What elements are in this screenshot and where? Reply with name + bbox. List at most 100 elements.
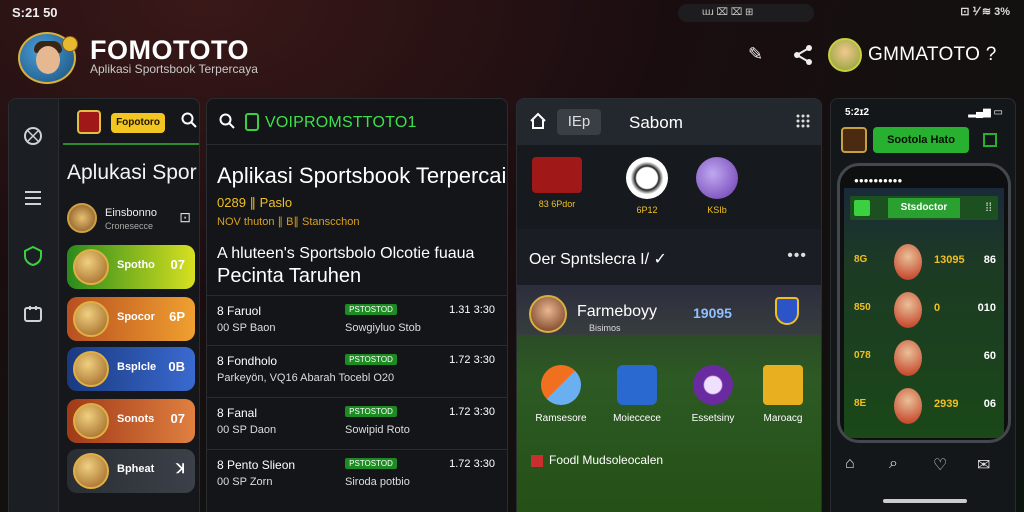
brand-pill[interactable]: Fopotoro [111,113,165,133]
row-value: 0 [934,302,941,314]
list-item[interactable]: 078 60 [850,336,1000,380]
footer-link[interactable]: Foodl Mudsoleocalen [531,453,663,467]
featured-user-sub: Bisimos [589,323,621,333]
ticket-icon[interactable] [21,303,45,327]
notification-icon[interactable]: ✉ [977,455,990,475]
feature-item[interactable]: 6P12 [617,153,677,223]
match-status-badge: PSTOSTOD [345,354,397,365]
sidebar-top: Fopotoro [69,107,199,137]
match-sub: 00 SP Baon [217,322,276,334]
scoreboard-icon [532,157,582,193]
mobile-preview-panel: 5:2ɪ2 ▂▄▆ ▭ Sootola Hato ●●●●●●●●●● Stsd… [830,98,1016,512]
search-icon[interactable]: ⌕ [889,455,898,473]
home-icon[interactable] [529,112,547,135]
shield-icon [775,297,799,325]
edit-icon[interactable]: ✎ [748,44,763,65]
tab-stsdoctor[interactable]: Stsdoctor [888,198,960,218]
row-score: 06 [983,398,996,410]
match-team: Siroda potbio [345,476,410,488]
game-label: Moieccece [613,413,661,424]
game-icon [541,365,581,405]
user-name[interactable]: GMMATOTO ? [868,44,997,66]
user-avatar[interactable] [828,38,862,72]
match-odds[interactable]: 1.72 3:30 [449,458,495,470]
row-label: 8E [854,398,867,409]
sidebar-title: Aplukasi Spor [67,161,197,184]
grid-icon[interactable]: ⁞⁞ [985,200,992,214]
home-indicator [883,499,967,503]
shield-icon[interactable] [21,245,45,269]
feature-item[interactable]: KSIb [687,153,747,223]
status-icons: ▂▄▆ ▭ [968,107,1003,118]
featured-user: Farmeboyy [577,303,658,320]
section-tagline: Pecinta Taruhen [217,265,362,287]
list-item[interactable]: 850 0 010 [850,288,1000,332]
sport-card-label: Bsplcle [117,361,157,373]
match-row[interactable]: 8 Faruol 00 SP Baon PSTOSTOD Sowgiyluo Stob… [207,295,507,345]
sport-card-image [73,249,109,285]
match-status-badge: PSTOSTOD [345,304,397,315]
match-name: 8 Pento Slieon [217,458,296,472]
brand-pill[interactable]: Sootola Hato [873,127,969,153]
match-row[interactable]: 8 Fondholo Parkeyön, VQ16 Abarah Tocebl O… [207,345,507,395]
profile-name: Einsbonno [105,207,157,219]
row-value: 13095 [934,254,965,266]
match-row[interactable]: 8 Fanal 00 SP Daon PSTOSTOD Sowipid Roto 1.7… [207,397,507,447]
panel-header-title: VOIPROMSTTOTO1 [265,114,417,131]
row-label: 078 [854,350,871,361]
sport-card[interactable]: Bpheat ꓘ [67,449,195,493]
status-bar: S:21 50 ɯɹ ⌧ ⌧ ⊞ ⊡ ⅟ ≋ 3% [0,0,1024,24]
games-panel: IEp Sabom 83 6Pdor 6P12 KSIb Oer Spntsle… [516,98,822,512]
sport-card-value: 0B [168,359,185,374]
club-badge-icon [77,110,101,134]
search-icon[interactable] [181,112,197,132]
app-logo [18,32,78,84]
game-tile[interactable]: Essetsiny [675,365,751,424]
profile-sub: Cronesecce [105,221,154,231]
sport-card[interactable]: Spotho 07 [67,245,195,289]
profile-row[interactable]: Einsbonno Cronesecce ⊡ [67,201,197,237]
game-icon [693,365,733,405]
section-subtitle: A hluteen's Sportsbolo Olcotie fuaua [217,245,475,262]
menu-icon[interactable] [21,187,45,211]
grid-icon[interactable] [795,113,811,134]
game-tile[interactable]: Maroacg [745,365,821,424]
match-team: Sowgiyluo Stob [345,322,421,334]
game-tile[interactable]: Moieccece [599,365,675,424]
list-item[interactable]: 8E 2939 06 [850,384,1000,428]
search-icon[interactable] [219,113,235,134]
player-avatar [894,340,922,376]
sport-card-image [73,301,109,337]
list-item[interactable]: 8G 13095 86 [850,240,1000,284]
more-icon[interactable]: ••• [787,247,807,265]
sport-card[interactable]: Spocor 6P [67,297,195,341]
game-tile[interactable]: Ramsesore [523,365,599,424]
heart-icon[interactable]: ♡ [933,455,947,475]
game-label: Ramsesore [535,413,587,424]
feature-item[interactable]: 83 6Pdor [527,153,587,223]
stadium-view: Stsdoctor ⁞⁞ 8G 13095 86 850 0 010 078 60 8E 2939… [844,188,1004,438]
sport-card-label: Spocor [117,311,155,323]
row-label: 8G [854,254,868,265]
match-row[interactable]: 8 Pento Slieon 00 SP Zorn PSTOSTOD Siroda p… [207,449,507,499]
match-odds[interactable]: 1.72 3:30 [449,406,495,418]
checkbox-icon[interactable] [983,133,997,147]
club-badge-icon [841,127,867,153]
sport-card[interactable]: Bsplcle 0B [67,347,195,391]
match-sub: 00 SP Zorn [217,476,273,488]
match-name: 8 Faruol [217,304,262,318]
tab-iep[interactable]: IEp [557,109,601,135]
match-odds[interactable]: 1.72 3:30 [449,354,495,366]
match-name: 8 Fanal [217,406,258,420]
sport-card[interactable]: Sonots 07 [67,399,195,443]
avatar [529,295,567,333]
ball-icon[interactable] [21,125,45,149]
featured-score: 19095 [693,305,732,321]
match-odds[interactable]: 1.31 3:30 [449,304,495,316]
row-score: 010 [977,302,996,314]
store-icon[interactable]: ⌂ [845,455,855,473]
profile-action-icon[interactable]: ⊡ [179,209,191,226]
share-icon[interactable] [792,44,814,71]
status-icons: ⊡ ⅟ ≋ 3% [960,6,1010,18]
feature-label: KSIb [707,205,727,215]
